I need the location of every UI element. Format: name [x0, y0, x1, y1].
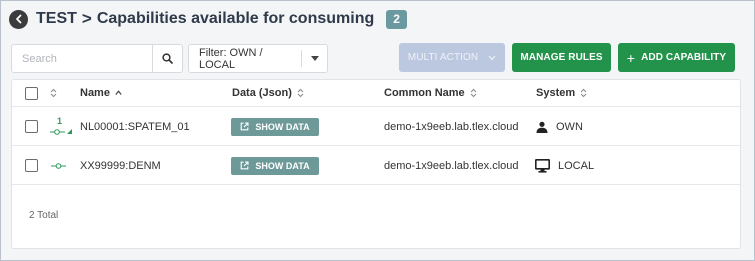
select-all-checkbox[interactable] [25, 86, 38, 100]
page-title: Capabilities available for consuming [96, 10, 375, 27]
show-data-button[interactable]: SHOW DATA [231, 117, 319, 136]
show-data-button[interactable]: SHOW DATA [231, 156, 319, 175]
capability-name: XX99999:DENM [80, 159, 161, 172]
common-name: demo-1x9eeb.lab.tlex.cloud [384, 120, 519, 133]
multi-action-button[interactable]: MULTI ACTION [399, 43, 505, 72]
breadcrumb-separator: > [81, 9, 92, 28]
monitor-icon [535, 158, 550, 173]
link-status-icon [51, 162, 66, 169]
filter-label: Filter: OWN / LOCAL [199, 46, 263, 71]
capability-status: 1 [49, 108, 73, 145]
search-box [11, 44, 183, 73]
table-row[interactable]: 1 NL00001:SPATEM_01 SHOW DATA demo-1x9ee… [12, 108, 740, 146]
system-cell: LOCAL [535, 147, 594, 184]
back-button[interactable] [9, 9, 28, 29]
chevron-down-icon [488, 55, 496, 60]
row-checkbox[interactable] [25, 120, 38, 133]
status-count: 1 [57, 116, 62, 126]
add-capability-button[interactable]: + ADD CAPABILITY [618, 43, 735, 72]
manage-rules-button[interactable]: MANAGE RULES [512, 43, 611, 72]
row-checkbox[interactable] [25, 159, 38, 172]
column-header-name[interactable]: Name [80, 80, 122, 106]
caret-down-icon [301, 50, 327, 67]
breadcrumb-root[interactable]: TEST [36, 10, 77, 28]
table-row[interactable]: XX99999:DENM SHOW DATA demo-1x9eeb.lab.t… [12, 147, 740, 185]
column-header-data[interactable]: Data (Json) [232, 80, 304, 106]
sort-icon [580, 88, 587, 98]
sort-asc-icon [115, 90, 122, 95]
filter-select[interactable]: Filter: OWN / LOCAL [188, 44, 328, 73]
add-capability-label: ADD CAPABILITY [641, 52, 727, 63]
person-icon [536, 121, 548, 133]
system-label: OWN [556, 120, 583, 133]
manage-rules-label: MANAGE RULES [520, 52, 603, 63]
search-icon [162, 53, 173, 64]
sort-icon [297, 88, 304, 98]
plus-icon: + [626, 49, 636, 66]
external-link-icon [241, 161, 249, 170]
capabilities-table: Name Data (Json) Common Name System 1 NL… [11, 79, 741, 249]
common-name: demo-1x9eeb.lab.tlex.cloud [384, 159, 519, 172]
arrow-left-icon [15, 14, 21, 24]
sort-icon[interactable] [50, 88, 57, 98]
capability-name: NL00001:SPATEM_01 [80, 120, 190, 133]
link-status-icon: 1 [50, 116, 72, 135]
search-button[interactable] [152, 45, 182, 72]
capability-status [50, 147, 74, 184]
count-badge: 2 [386, 9, 407, 29]
system-label: LOCAL [558, 159, 595, 172]
search-input[interactable] [12, 45, 152, 72]
total-count: 2 Total [29, 210, 59, 221]
column-header-system[interactable]: System [536, 80, 587, 106]
multi-action-label: MULTI ACTION [407, 52, 479, 63]
system-cell: OWN [536, 108, 583, 145]
page-header: TEST > Capabilities available for consum… [9, 7, 407, 31]
external-link-icon [241, 122, 249, 131]
column-header-common-name[interactable]: Common Name [384, 80, 477, 106]
table-header-row: Name Data (Json) Common Name System [12, 80, 740, 107]
sort-icon [470, 88, 477, 98]
